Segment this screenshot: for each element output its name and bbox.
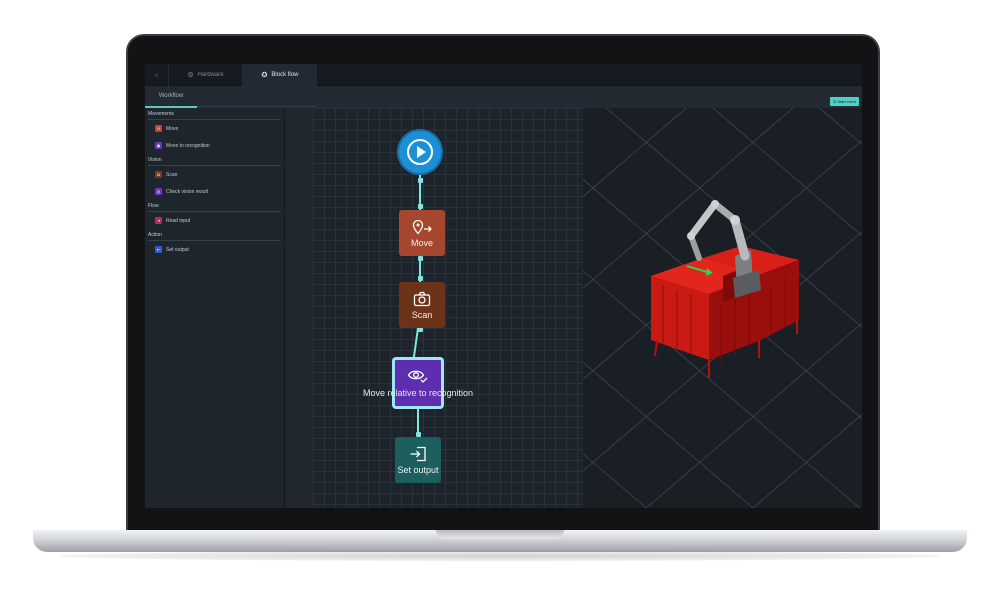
flow-node-move[interactable]: Move <box>399 210 445 256</box>
move-icon: ⊙ <box>155 125 162 132</box>
tab-home[interactable] <box>145 64 169 86</box>
canvas-margin <box>285 108 313 508</box>
location-arrow-icon <box>412 219 432 234</box>
robot-arm-icon: ⚙ <box>187 72 194 79</box>
palette-category: Vision ◘ Scan ◎ Check vision result <box>145 154 284 200</box>
connector-dot <box>417 204 423 209</box>
tab-block-flow-label: Block flow <box>271 72 299 78</box>
palette-category: Action ⇤ Set output <box>145 229 284 258</box>
category-label: Flow <box>148 203 159 209</box>
flow-node-label: Move relative to recognition <box>362 388 474 398</box>
connector-dot <box>417 256 423 261</box>
block-flow-icon: ✪ <box>261 72 268 79</box>
camera-icon <box>413 291 431 306</box>
power-icon: ⏻ <box>833 99 837 104</box>
tab-hardware[interactable]: ⚙ Hardware <box>169 64 243 86</box>
palette-item-label: Move to recognition <box>166 142 210 149</box>
flow-node-move-relative-to-recognition[interactable] <box>393 358 443 408</box>
category-label: Movements <box>148 111 174 117</box>
tab-block-flow[interactable]: ✪ Block flow <box>243 64 317 86</box>
connector-dot <box>417 178 423 183</box>
tab-bar: ⚙ Hardware ✪ Block flow <box>145 64 862 86</box>
play-icon <box>417 146 426 158</box>
tab-hardware-label: Hardware <box>197 72 224 78</box>
robot-cell-scene <box>583 108 862 508</box>
sub-bar-divider <box>197 106 317 107</box>
eye-check-icon <box>407 370 428 383</box>
start-robot-label: Start robot <box>837 99 856 104</box>
app-screen: ⚙ Hardware ✪ Block flow Workflow ⏻ Start… <box>145 64 862 508</box>
palette-item-read-input[interactable]: ⇥ Read input <box>145 212 284 229</box>
output-icon: ⇤ <box>155 246 162 253</box>
palette-item-label: Set output <box>166 246 189 253</box>
3d-viewport[interactable] <box>583 108 862 508</box>
palette-item-move[interactable]: ⊙ Move <box>145 120 284 137</box>
home-icon <box>155 73 158 77</box>
palette-category: Flow ⇥ Read input <box>145 200 284 229</box>
palette-item-move-to-recognition[interactable]: ◉ Move to recognition <box>145 137 284 154</box>
block-palette: Movements ⊙ Move ◉ Move to recognition V… <box>145 108 285 508</box>
laptop-shadow <box>60 551 940 561</box>
tab-workflow[interactable]: Workflow <box>145 86 197 108</box>
palette-item-label: Scan <box>166 171 178 178</box>
palette-category: Movements ⊙ Move ◉ Move to recognition <box>145 108 284 154</box>
flow-canvas[interactable] <box>313 108 583 508</box>
category-label: Action <box>148 232 162 238</box>
palette-item-label: Move <box>166 125 179 132</box>
flow-node-set-output[interactable]: Set output <box>395 437 441 483</box>
category-label: Vision <box>148 157 162 163</box>
flow-node-scan[interactable]: Scan <box>399 282 445 328</box>
palette-item-scan[interactable]: ◘ Scan <box>145 166 284 183</box>
laptop-notch <box>436 530 564 539</box>
palette-item-label: Read input <box>166 217 191 224</box>
connector-dot <box>417 276 423 281</box>
camera-icon: ◘ <box>155 171 162 178</box>
flow-node-label: Move <box>410 237 433 248</box>
palette-item-label: Check vision result <box>166 188 208 195</box>
start-robot-button[interactable]: ⏻ Start robot <box>830 97 859 106</box>
tab-workflow-label: Workflow <box>158 93 184 99</box>
sub-bar: Workflow <box>145 86 862 108</box>
output-icon <box>410 446 426 461</box>
palette-item-check-vision-result[interactable]: ◎ Check vision result <box>145 183 284 200</box>
eye-check-icon: ◎ <box>155 188 162 195</box>
flow-node-label: Set output <box>397 464 439 475</box>
robot-cell <box>651 200 799 378</box>
palette-item-set-output[interactable]: ⇤ Set output <box>145 241 284 258</box>
start-node-ring <box>407 139 433 165</box>
start-node[interactable] <box>399 131 441 173</box>
flow-node-label: Scan <box>411 309 433 320</box>
input-icon: ⇥ <box>155 217 162 224</box>
recognition-icon: ◉ <box>155 142 162 149</box>
